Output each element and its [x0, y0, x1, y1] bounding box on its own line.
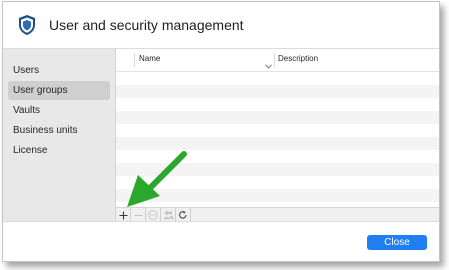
sidebar-item-business-units[interactable]: Business units	[8, 121, 110, 140]
sidebar-item-user-groups[interactable]: User groups	[8, 81, 110, 100]
table-row	[116, 85, 439, 98]
table-header: Name Description	[116, 49, 439, 72]
green-arrow-annotation	[127, 151, 187, 207]
column-divider	[274, 53, 275, 67]
table-row	[116, 124, 439, 137]
sidebar-item-vaults[interactable]: Vaults	[8, 101, 110, 120]
chevron-down-icon[interactable]	[265, 56, 272, 69]
close-button[interactable]: Close	[367, 235, 427, 250]
column-header-name[interactable]: Name	[139, 54, 160, 63]
window-title: User and security management	[49, 17, 244, 33]
title-bar: User and security management	[3, 2, 439, 49]
column-divider	[134, 53, 135, 67]
table-row	[116, 98, 439, 111]
security-management-window: User and security management Users User …	[2, 1, 440, 262]
table-row	[116, 72, 439, 85]
table-row	[116, 111, 439, 124]
sidebar-item-license[interactable]: License	[8, 141, 110, 160]
shield-icon	[17, 14, 37, 36]
sidebar-item-users[interactable]: Users	[8, 61, 110, 80]
dialog-footer: Close	[3, 221, 439, 261]
sidebar: Users User groups Vaults Business units …	[3, 49, 116, 221]
table-row	[116, 137, 439, 150]
column-header-description[interactable]: Description	[278, 54, 318, 63]
